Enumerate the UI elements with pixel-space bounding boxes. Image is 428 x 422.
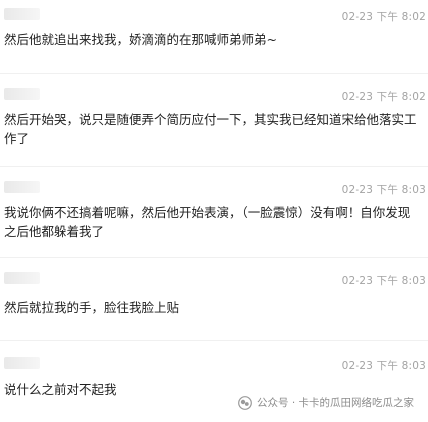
comment-timestamp: 02-23 下午 8:02 (341, 11, 426, 23)
comment-timestamp: 02-23 下午 8:03 (341, 184, 426, 196)
comment-timestamp: 02-23 下午 8:02 (341, 91, 426, 103)
redacted-username (4, 88, 40, 100)
comment-text: 我说你俩不还搞着呢嘛，然后他开始表演，（一脸震惊）没有啊！自你发现之后他都躲着我… (4, 205, 411, 239)
divider (0, 257, 428, 258)
divider (0, 340, 428, 341)
comment-timestamp: 02-23 下午 8:03 (341, 360, 426, 372)
comment-text: 然后开始哭，说只是随便弄个简历应付一下，其实我已经知道宋给他落实工作了 (4, 112, 417, 146)
comment-text: 然后他就追出来找我，娇滴滴的在那喊师弟师弟~ (4, 32, 277, 47)
watermark: 公众号 · 卡卡的瓜田网络吃瓜之家 (238, 395, 414, 410)
redacted-username (4, 8, 40, 20)
redacted-username (4, 272, 40, 284)
wechat-official-account-icon (238, 395, 252, 410)
comment-timestamp: 02-23 下午 8:03 (341, 275, 426, 287)
divider (0, 166, 428, 167)
comment-thread: 02-23 下午 8:02 然后他就追出来找我，娇滴滴的在那喊师弟师弟~ 02-… (0, 0, 428, 422)
comment-text: 然后就拉我的手，脸往我脸上贴 (4, 300, 180, 315)
watermark-text: 公众号 · 卡卡的瓜田网络吃瓜之家 (256, 397, 414, 409)
divider (0, 73, 428, 74)
redacted-username (4, 181, 40, 193)
redacted-username (4, 357, 40, 369)
